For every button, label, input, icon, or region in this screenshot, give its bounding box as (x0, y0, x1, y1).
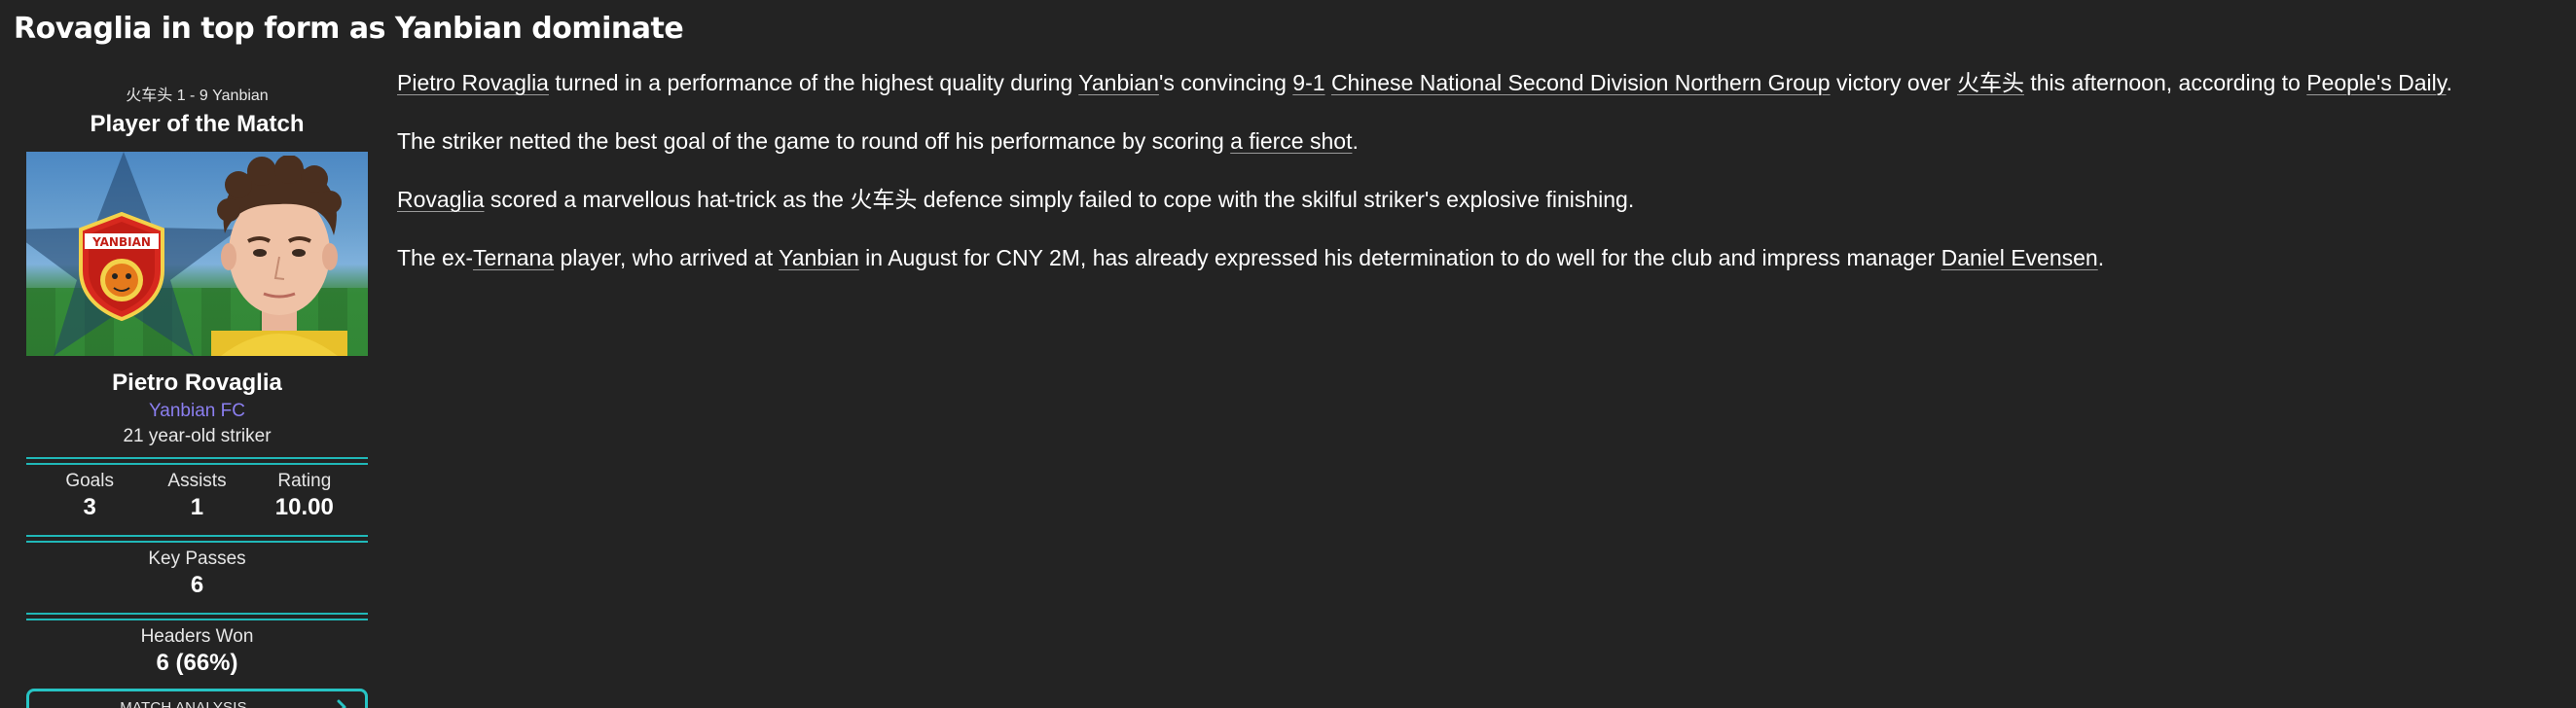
stat-key-passes: Key Passes 6 (26, 549, 368, 599)
stat-value: 6 (190, 572, 204, 598)
source-link[interactable]: People's Daily (2306, 70, 2446, 95)
manager-link[interactable]: Daniel Evensen (1941, 245, 2098, 270)
stat-value: 6 (66%) (156, 650, 238, 676)
stat-label: Goals (65, 471, 114, 491)
article-body: Pietro Rovaglia turned in a performance … (397, 66, 2567, 300)
text-segment: defence simply failed to cope with the s… (917, 187, 1635, 212)
crest-lettering: YANBIAN (91, 235, 151, 249)
text-segment: 's convincing (1158, 70, 1293, 95)
stat-label: Assists (167, 471, 227, 491)
stat-value: 1 (190, 494, 204, 520)
text-segment: . (2097, 245, 2105, 270)
player-description: 21 year-old striker (123, 426, 272, 446)
match-analysis-button[interactable]: MATCH ANALYSIS (26, 689, 368, 708)
text-segment: turned in a performance of the highest q… (548, 70, 1079, 95)
card-title: Player of the Match (90, 111, 305, 137)
player-of-the-match-card: 火车头 1 - 9 Yanbian Player of the Match YA… (26, 76, 368, 708)
news-headline: Rovaglia in top form as Yanbian dominate (14, 12, 684, 46)
opponent-link[interactable]: 火车头 (1957, 70, 2024, 95)
stat-label: Headers Won (140, 626, 254, 647)
text-segment: this afternoon, according to (2023, 70, 2307, 95)
competition-link[interactable]: Chinese National Second Division Norther… (1331, 70, 1831, 95)
club-link[interactable]: Ternana (473, 245, 554, 270)
stat-value: 3 (83, 494, 96, 520)
text-segment: . (2446, 70, 2452, 95)
stat-label: Key Passes (148, 549, 246, 569)
text-segment: The striker netted the best goal of the … (397, 128, 1231, 154)
stat-rating: Rating 10.00 (251, 471, 358, 521)
stats-divider (26, 457, 368, 465)
article-paragraph: The ex-Ternana player, who arrived at Ya… (397, 241, 2567, 274)
player-portrait (211, 156, 347, 356)
article-paragraph: The striker netted the best goal of the … (397, 124, 2567, 158)
player-link[interactable]: Rovaglia (397, 187, 485, 212)
news-screen: Rovaglia in top form as Yanbian dominate… (0, 0, 2576, 708)
stat-label: Rating (277, 471, 332, 491)
text-segment: player, who arrived at (554, 245, 780, 270)
player-name[interactable]: Pietro Rovaglia (26, 370, 368, 397)
stat-assists: Assists 1 (143, 471, 250, 521)
stat-goals: Goals 3 (36, 471, 143, 521)
team-link[interactable]: Yanbian (779, 245, 859, 270)
match-score-line[interactable]: 火车头 1 - 9 Yanbian (26, 82, 368, 105)
article-paragraph: Rovaglia scored a marvellous hat-trick a… (397, 183, 2567, 216)
team-link[interactable]: Yanbian (1078, 70, 1159, 95)
chevron-right-icon (337, 699, 346, 708)
stat-headers-won: Headers Won 6 (66%) (26, 626, 368, 677)
club-crest-icon[interactable]: YANBIAN (75, 212, 168, 321)
stats-divider (26, 613, 368, 620)
stats-row: Goals 3 Assists 1 Rating 10.00 (26, 471, 368, 521)
opponent-name: 火车头 (850, 187, 918, 212)
article-paragraph: Pietro Rovaglia turned in a performance … (397, 66, 2567, 99)
text-segment: scored a marvellous hat-trick as the (484, 187, 851, 212)
text-segment: victory over (1830, 70, 1957, 95)
text-segment: in August for CNY 2M, has already expres… (858, 245, 1941, 270)
stat-value: 10.00 (274, 494, 334, 520)
match-score-link[interactable]: 9-1 (1292, 70, 1324, 95)
club-link[interactable]: Yanbian FC (26, 401, 368, 422)
goal-link[interactable]: a fierce shot (1230, 128, 1352, 154)
text-segment: . (1352, 128, 1359, 154)
player-link[interactable]: Pietro Rovaglia (397, 70, 549, 95)
text-segment: The ex- (397, 245, 473, 270)
match-analysis-label: MATCH ANALYSIS (120, 698, 247, 708)
player-photo-banner: YANBIAN (26, 152, 368, 356)
stats-divider (26, 535, 368, 543)
